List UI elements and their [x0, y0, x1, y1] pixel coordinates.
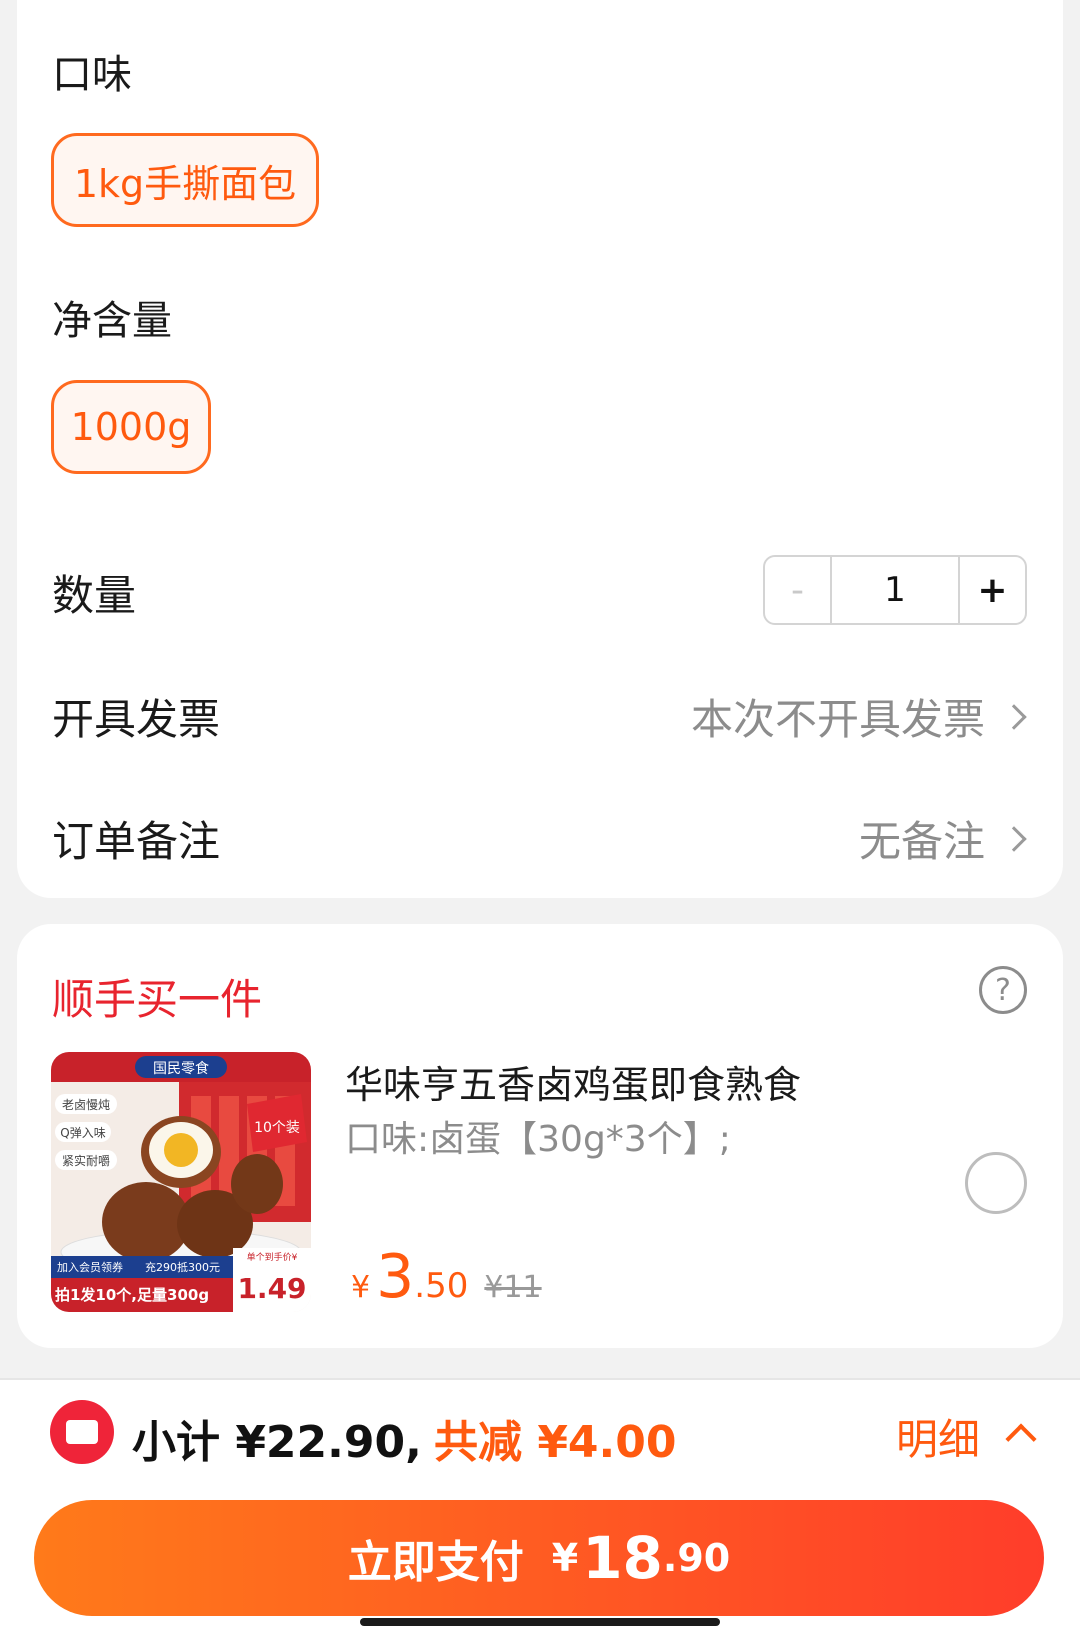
tag-text: 紧实耐嚼 [62, 1153, 110, 1168]
chevron-right-icon [1001, 704, 1027, 730]
addon-title: 顺手买一件 [52, 975, 263, 1024]
subtotal-text: 小计 ¥22.90, [132, 1417, 422, 1468]
unit-price-label-text: 单个到手价¥ [247, 1251, 298, 1263]
price-decimal: .50 [414, 1266, 469, 1306]
price-integer: 3 [376, 1242, 415, 1312]
pay-symbol: ¥ [551, 1536, 579, 1580]
checkout-page: 口味 1kg手撕面包 净含量 1000g 数量 - 1 + 开具发票 本次不开具… [0, 0, 1080, 1634]
original-price: ¥11 [484, 1270, 542, 1305]
chevron-right-icon [1001, 826, 1027, 852]
flavor-label: 口味 [52, 52, 132, 98]
pay-now-button[interactable]: 立即支付 ¥ 18 .90 [34, 1500, 1044, 1616]
detail-button[interactable]: 明细 [896, 1406, 980, 1467]
weight-chip-selected[interactable]: 1000g [51, 380, 211, 474]
discount-text: 共减 ¥4.00 [434, 1417, 677, 1468]
product-name[interactable]: 华味亨五香卤鸡蛋即食熟食 [345, 1054, 801, 1109]
help-icon[interactable]: ? [979, 966, 1027, 1014]
promo-recharge-text: 充290抵300元 [145, 1260, 220, 1274]
quantity-label: 数量 [52, 571, 137, 620]
select-radio[interactable] [965, 1152, 1027, 1214]
addon-card: 顺手买一件 ? 国民零食 10个装 老卤慢炖 Q弹入味 紧实耐嚼 加入会员领券 … [17, 924, 1063, 1348]
brand-text: 国民零食 [153, 1060, 209, 1077]
sku-options-card: 口味 1kg手撕面包 净含量 1000g 数量 - 1 + 开具发票 本次不开具… [17, 0, 1063, 898]
product-price: ¥ 3 .50 ¥11 [351, 1242, 542, 1312]
quantity-stepper: - 1 + [763, 555, 1027, 625]
coupon-icon [50, 1400, 114, 1464]
weight-label: 净含量 [52, 298, 172, 344]
promo-member-text: 加入会员领券 [57, 1260, 123, 1274]
order-note-label: 订单备注 [52, 817, 221, 866]
decrement-button[interactable]: - [765, 557, 832, 623]
unit-price-text: 1.49 [237, 1272, 306, 1305]
home-indicator [360, 1618, 720, 1626]
checkout-bar: 小计 ¥22.90, 共减 ¥4.00 明细 立即支付 ¥ 18 .90 [0, 1378, 1080, 1634]
pay-label: 立即支付 [347, 1537, 524, 1588]
promo-bottom-text: 拍1发10个,足量300g [55, 1286, 209, 1304]
invoice-label: 开具发票 [52, 695, 221, 744]
product-spec: 口味:卤蛋【30g*3个】; [345, 1119, 731, 1160]
order-note-value: 无备注 [858, 817, 985, 866]
price-symbol: ¥ [351, 1270, 371, 1305]
tag-text: 老卤慢炖 [62, 1098, 110, 1112]
chevron-up-icon[interactable] [1005, 1423, 1037, 1455]
invoice-value: 本次不开具发票 [690, 695, 985, 744]
flavor-chip-selected[interactable]: 1kg手撕面包 [51, 133, 319, 227]
quantity-value[interactable]: 1 [832, 557, 958, 623]
pay-amount-integer: 18 [582, 1524, 663, 1592]
pack-badge-text: 10个装 [254, 1120, 300, 1136]
product-thumbnail[interactable]: 国民零食 10个装 老卤慢炖 Q弹入味 紧实耐嚼 加入会员领券 充290抵300… [51, 1052, 311, 1312]
increment-button[interactable]: + [958, 557, 1025, 623]
pay-amount-decimal: .90 [662, 1536, 731, 1580]
tag-text: Q弹入味 [60, 1126, 105, 1140]
